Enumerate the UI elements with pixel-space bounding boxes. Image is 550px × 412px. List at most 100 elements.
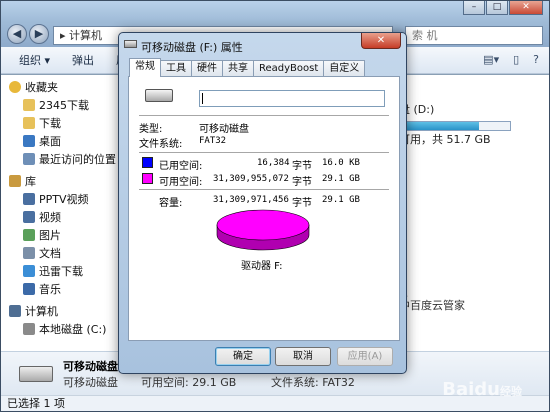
filesystem-value: FAT32 (199, 136, 227, 146)
sidebar-item-label: 收藏夹 (25, 81, 58, 94)
separator (139, 189, 389, 190)
sidebar-item[interactable]: 收藏夹 (1, 79, 118, 97)
folder-icon (23, 99, 35, 111)
details-filesystem: 文件系统: FAT32 (271, 376, 355, 389)
computer-icon (9, 305, 21, 317)
sidebar-item[interactable]: 视频 (1, 209, 118, 227)
close-button[interactable]: ✕ (509, 1, 543, 15)
sidebar-item-label: 下载 (39, 117, 61, 130)
sidebar-item-label: 音乐 (39, 283, 61, 296)
view-options-icon[interactable]: ▤▾ (483, 53, 499, 66)
document-icon (23, 247, 35, 259)
separator (139, 152, 389, 153)
search-input[interactable]: 索 机 (405, 26, 543, 45)
apply-button[interactable]: 应用(A) (337, 347, 393, 366)
sidebar-item[interactable]: 文档 (1, 245, 118, 263)
sidebar-item[interactable]: 本地磁盘 (C:) (1, 321, 118, 339)
dialog-close-button[interactable]: ✕ (361, 33, 401, 49)
sidebar-item-label: 本地磁盘 (C:) (39, 323, 107, 336)
sidebar-item-label: 迅雷下载 (39, 265, 83, 278)
eject-button[interactable]: 弹出 (72, 52, 94, 68)
removable-drive-icon (19, 366, 53, 382)
free-space-label: 可用空间: (159, 177, 203, 188)
used-space-size: 16.0 KB (322, 158, 360, 168)
sidebar-item[interactable]: 下载 (1, 115, 118, 133)
watermark-sub: 经验 (500, 385, 522, 398)
image-icon (23, 229, 35, 241)
dialog-title: 可移动磁盘 (F:) 属性 (141, 41, 243, 54)
sidebar-item-label: 图片 (39, 229, 61, 242)
forward-button[interactable]: ▶ (29, 24, 49, 44)
pie-top (216, 209, 310, 241)
sidebar-item-label: 库 (25, 175, 36, 188)
ok-button[interactable]: 确定 (215, 347, 271, 366)
general-tab-panel: 类型: 可移动磁盘 文件系统: FAT32 已用空间: 16,384 字节 16… (128, 76, 400, 341)
used-space-unit: 字节 (292, 161, 312, 172)
sidebar-item-label: 计算机 (25, 305, 58, 318)
type-value: 可移动磁盘 (199, 124, 249, 135)
help-icon[interactable]: ? (533, 53, 539, 66)
baidu-cloud-item[interactable]: 中百度云管家 (399, 297, 465, 313)
disk-usage-pie (216, 209, 310, 251)
free-space-unit: 字节 (292, 177, 312, 188)
sidebar-item-label: PPTV视频 (39, 193, 89, 206)
sidebar-item[interactable]: 迅雷下载 (1, 263, 118, 281)
removable-drive-icon (145, 89, 173, 102)
drive-d-label: 盘 (D:) (399, 103, 435, 116)
tab-general[interactable]: 常规 (129, 58, 161, 77)
navigation-pane: 收藏夹 2345下载下载桌面最近访问的位置库 PPTV视频 视频图片文档迅雷下载音乐计… (1, 75, 119, 351)
properties-dialog: 可移动磁盘 (F:) 属性 ✕ 常规 工具 硬件 共享 ReadyBoost 自… (118, 32, 407, 374)
cancel-button[interactable]: 取消 (275, 347, 331, 366)
download-icon (23, 265, 35, 277)
free-space-swatch (142, 173, 153, 184)
sidebar-item[interactable]: 库 (1, 173, 118, 191)
details-available: 可用空间: 29.1 GB (141, 376, 237, 389)
drive-title-icon (124, 40, 137, 48)
drive-d-item[interactable]: 盘 (D:) 可用，共 51.7 GB (399, 101, 549, 147)
sidebar-item-label: 桌面 (39, 135, 61, 148)
watermark-text: Baidu (442, 379, 500, 400)
tab-customize[interactable]: 自定义 (323, 60, 366, 77)
sidebar-item[interactable]: 桌面 (1, 133, 118, 151)
recent-icon (23, 153, 35, 165)
minimize-button[interactable]: – (463, 1, 485, 15)
sidebar-item[interactable]: 最近访问的位置 (1, 151, 118, 169)
sidebar-item[interactable]: 图片 (1, 227, 118, 245)
drive-d-free-text: 可用，共 51.7 GB (399, 133, 491, 146)
desktop-icon (23, 135, 35, 147)
folder-icon (23, 117, 35, 129)
search-placeholder: 索 机 (412, 29, 438, 42)
free-space-bytes: 31,309,955,072 (213, 174, 289, 184)
tab-hardware[interactable]: 硬件 (191, 60, 223, 77)
back-button[interactable]: ◀ (7, 24, 27, 44)
dialog-tabs: 常规 工具 硬件 共享 ReadyBoost 自定义 (129, 58, 366, 77)
star-icon (9, 81, 21, 93)
maximize-button[interactable]: □ (486, 1, 508, 15)
type-label: 类型: (139, 124, 163, 135)
used-space-swatch (142, 157, 153, 168)
free-space-size: 29.1 GB (322, 174, 360, 184)
status-text: 已选择 1 项 (7, 397, 65, 410)
video-icon (23, 193, 35, 205)
video-icon (23, 211, 35, 223)
address-text: 计算机 (69, 29, 103, 42)
baidu-watermark: Baidu经验 (442, 379, 522, 400)
sidebar-item[interactable]: PPTV视频 (1, 191, 118, 209)
drive-letter-label: 驱动器 F: (241, 261, 283, 272)
organize-button[interactable]: 组织 ▾ (19, 52, 50, 68)
tab-sharing[interactable]: 共享 (222, 60, 254, 77)
library-icon (9, 175, 21, 187)
sidebar-item[interactable]: 计算机 (1, 303, 118, 321)
separator (139, 115, 389, 116)
preview-pane-icon[interactable]: ▯ (513, 53, 519, 66)
filesystem-label: 文件系统: (139, 139, 183, 150)
sidebar-item[interactable]: 2345下载 (1, 97, 118, 115)
drive-name-input[interactable] (199, 90, 385, 107)
sidebar-item[interactable]: 音乐 (1, 281, 118, 299)
tab-tools[interactable]: 工具 (160, 60, 192, 77)
details-type: 可移动磁盘 (63, 376, 118, 389)
capacity-label: 容量: (159, 198, 183, 209)
tab-readyboost[interactable]: ReadyBoost (253, 60, 325, 77)
sidebar-item-label: 视频 (39, 211, 61, 224)
drive-icon (23, 323, 35, 335)
